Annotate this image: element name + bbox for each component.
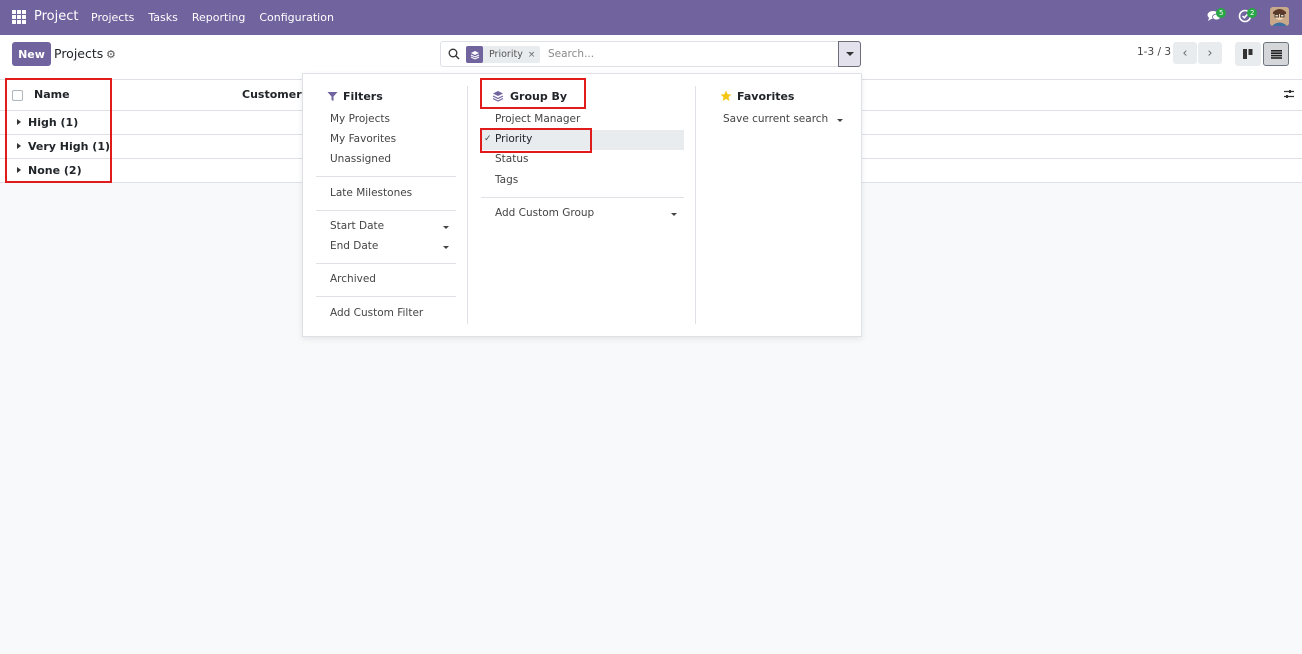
divider (481, 197, 684, 198)
caret-down-icon[interactable] (671, 213, 677, 216)
list-icon (1270, 49, 1282, 59)
add-custom-group[interactable]: Add Custom Group (495, 207, 594, 219)
menu-configuration[interactable]: Configuration (259, 11, 334, 24)
divider (316, 210, 456, 211)
pager-next-button[interactable]: › (1198, 42, 1222, 64)
activities-badge: 2 (1247, 8, 1258, 18)
divider (316, 176, 456, 177)
divider (316, 263, 456, 264)
new-button[interactable]: New (12, 42, 51, 66)
filters-column: Filters (327, 86, 383, 106)
search-panel-dropdown: Filters My Projects My Favorites Unassig… (302, 73, 862, 337)
divider (316, 296, 456, 297)
facet-value: Priority (489, 49, 523, 60)
gear-icon[interactable]: ⚙ (106, 48, 116, 61)
save-current-search[interactable]: Save current search (723, 113, 828, 125)
pager-value[interactable]: 1-3 / 3 (1137, 46, 1171, 58)
highlight-box-group-by (480, 78, 586, 109)
top-navbar: Project Projects Tasks Reporting Configu… (0, 0, 1302, 35)
caret-down-icon (845, 52, 854, 56)
menu-projects[interactable]: Projects (91, 11, 134, 24)
highlight-box-groups (5, 78, 112, 183)
caret-down-icon[interactable] (443, 226, 449, 229)
caret-down-icon[interactable] (837, 119, 843, 122)
optional-columns-icon[interactable] (1283, 88, 1295, 100)
app-brand[interactable]: Project (34, 9, 78, 24)
filter-unassigned[interactable]: Unassigned (330, 153, 391, 165)
star-icon (720, 90, 732, 101)
messages-badge: 5 (1216, 8, 1227, 18)
main-menu: Projects Tasks Reporting Configuration (91, 11, 348, 24)
page-title: Projects (54, 46, 104, 61)
filter-icon (327, 91, 338, 101)
caret-down-icon[interactable] (443, 246, 449, 249)
group-by-status[interactable]: Status (495, 153, 528, 165)
filters-header: Filters (327, 86, 383, 106)
facet-remove-icon[interactable]: × (528, 50, 541, 60)
filter-my-projects[interactable]: My Projects (330, 113, 390, 125)
add-custom-filter[interactable]: Add Custom Filter (330, 307, 423, 319)
search-panel-toggle-button[interactable] (838, 41, 861, 67)
kanban-icon (1243, 49, 1253, 59)
search-icon (448, 48, 460, 60)
filter-my-favorites[interactable]: My Favorites (330, 133, 396, 145)
favorites-column: Favorites (720, 86, 794, 106)
filter-start-date[interactable]: Start Date (330, 220, 384, 232)
column-divider (467, 86, 468, 324)
group-by-tags[interactable]: Tags (495, 174, 518, 186)
search-bar[interactable]: Priority × Search... (440, 41, 839, 67)
list-view-button[interactable] (1263, 42, 1289, 66)
filter-end-date[interactable]: End Date (330, 240, 378, 252)
filters-title: Filters (343, 89, 383, 103)
kanban-view-button[interactable] (1235, 42, 1261, 66)
column-header-customer[interactable]: Customer (242, 88, 302, 101)
menu-reporting[interactable]: Reporting (192, 11, 245, 24)
search-facet: Priority × (466, 46, 541, 63)
apps-grid-icon[interactable] (12, 10, 26, 24)
highlight-box-priority (480, 128, 592, 153)
column-divider (695, 86, 696, 324)
group-by-project-manager[interactable]: Project Manager (495, 113, 580, 125)
pager-previous-button[interactable]: ‹ (1173, 42, 1197, 64)
filter-archived[interactable]: Archived (330, 273, 376, 285)
search-input[interactable]: Search... (548, 48, 594, 60)
favorites-title: Favorites (737, 89, 795, 103)
layers-icon (466, 46, 483, 63)
user-avatar[interactable] (1270, 7, 1289, 26)
menu-tasks[interactable]: Tasks (148, 11, 177, 24)
filter-late-milestones[interactable]: Late Milestones (330, 187, 412, 199)
favorites-header: Favorites (720, 86, 794, 106)
